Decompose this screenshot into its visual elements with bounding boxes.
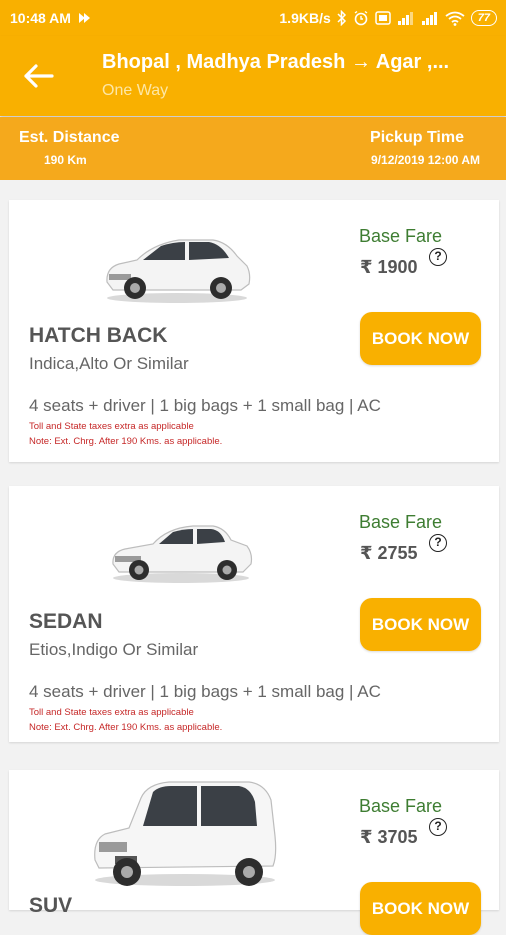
signal-icon-2 bbox=[421, 12, 437, 25]
car-card-hatchback[interactable]: Base Fare ₹ 1900 ? BOOK NOW HATCH BACK I… bbox=[9, 200, 499, 462]
network-speed: 1.9KB/s bbox=[279, 10, 331, 26]
distance-value: 190 Km bbox=[44, 153, 87, 167]
base-fare-label: Base Fare bbox=[359, 796, 443, 816]
trip-type: One Way bbox=[102, 82, 169, 99]
car-features: 4 seats + driver | 1 big bags + 1 small … bbox=[29, 682, 381, 701]
signal-icon-1 bbox=[397, 12, 413, 25]
app-notification-icon bbox=[78, 13, 90, 23]
fare-amount: ₹ 1900 bbox=[360, 257, 418, 277]
pickup-label: Pickup Time bbox=[370, 129, 464, 146]
extra-charge-note: Note: Ext. Chrg. After 190 Kms. as appli… bbox=[29, 436, 223, 447]
back-button[interactable] bbox=[22, 62, 58, 90]
distance-label: Est. Distance bbox=[19, 129, 120, 146]
pickup-value: 9/12/2019 12:00 AM bbox=[371, 153, 480, 167]
help-icon[interactable]: ? bbox=[429, 248, 447, 266]
toll-note: Toll and State taxes extra as applicable bbox=[29, 707, 194, 718]
book-now-button[interactable]: BOOK NOW bbox=[360, 598, 481, 651]
base-fare-label: Base Fare bbox=[359, 512, 443, 532]
book-now-button[interactable]: BOOK NOW bbox=[360, 882, 481, 935]
wifi-icon bbox=[445, 11, 465, 26]
car-card-suv[interactable]: Base Fare ₹ 3705 ? BOOK NOW SUV bbox=[9, 770, 499, 935]
fare-amount: ₹ 2755 bbox=[360, 543, 418, 563]
car-card-sedan[interactable]: Base Fare ₹ 2755 ? BOOK NOW SEDAN Etios,… bbox=[9, 486, 499, 742]
hatchback-car-image bbox=[106, 239, 251, 303]
status-time: 10:48 AM bbox=[10, 10, 71, 26]
alarm-icon bbox=[354, 10, 368, 26]
toll-note: Toll and State taxes extra as applicable bbox=[29, 421, 194, 432]
car-type: SUV bbox=[29, 894, 73, 917]
book-now-button[interactable]: BOOK NOW bbox=[360, 312, 481, 365]
base-fare-label: Base Fare bbox=[359, 226, 443, 246]
bluetooth-icon bbox=[337, 10, 346, 26]
app-bar: Bhopal , Madhya Pradesh → Agar ,... One … bbox=[0, 36, 506, 116]
help-icon[interactable]: ? bbox=[429, 534, 447, 552]
car-type: SEDAN bbox=[29, 610, 103, 633]
hd-icon bbox=[375, 11, 391, 25]
status-bar: 10:48 AM 1.9KB/s 77 bbox=[0, 0, 506, 36]
battery-indicator: 77 bbox=[470, 10, 497, 26]
fare-amount: ₹ 3705 bbox=[360, 827, 418, 847]
sedan-car-image bbox=[112, 525, 253, 583]
extra-charge-note: Note: Ext. Chrg. After 190 Kms. as appli… bbox=[29, 722, 223, 733]
suv-car-image bbox=[94, 781, 277, 886]
route-title: Bhopal , Madhya Pradesh → Agar ,... bbox=[102, 51, 450, 73]
help-icon[interactable]: ? bbox=[429, 818, 447, 836]
trip-info-bar: Est. Distance 190 Km Pickup Time 9/12/20… bbox=[0, 117, 506, 180]
car-models: Indica,Alto Or Similar bbox=[29, 354, 189, 373]
car-models: Etios,Indigo Or Similar bbox=[29, 640, 199, 659]
car-features: 4 seats + driver | 1 big bags + 1 small … bbox=[29, 396, 381, 415]
back-arrow-icon bbox=[24, 64, 54, 88]
car-type: HATCH BACK bbox=[29, 324, 168, 347]
